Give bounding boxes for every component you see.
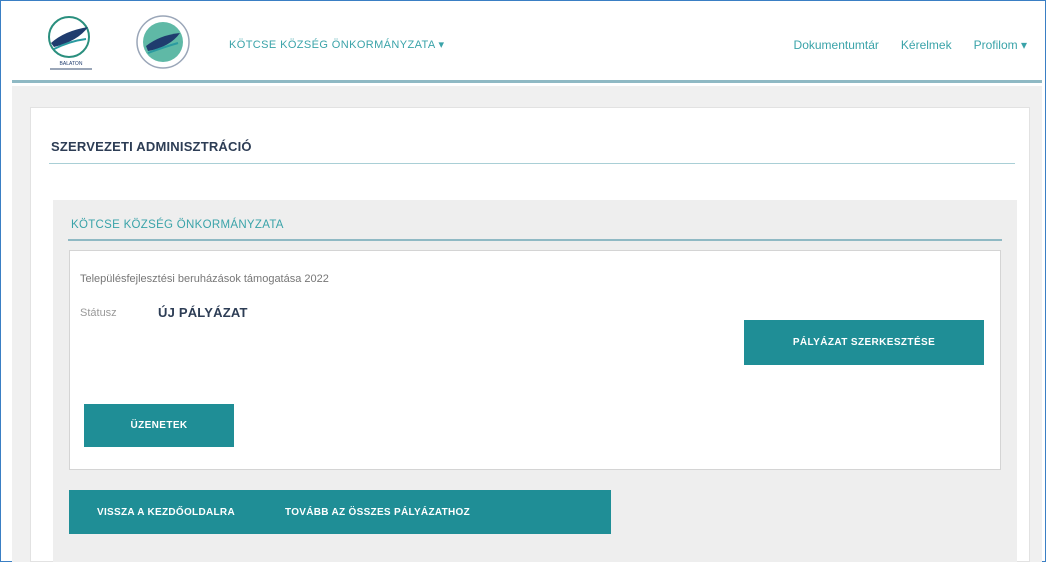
organization-menu-label: KÖTCSE KÖZSÉG ÖNKORMÁNYZATA <box>229 39 435 51</box>
title-divider <box>49 163 1015 164</box>
admin-panel: SZERVEZETI ADMINISZTRÁCIÓ KÖTCSE KÖZSÉG … <box>30 107 1030 562</box>
navbar: BALATON KÖTCSE KÖZSÉG ÖNKORMÁNYZATA ▾ Do… <box>12 5 1042 83</box>
nav-link-requests[interactable]: Kérelmek <box>901 38 952 52</box>
nav-links: Dokumentumtár Kérelmek Profilom ▾ <box>794 38 1027 52</box>
logo1-caption: BALATON <box>60 61 83 67</box>
chevron-down-icon: ▾ <box>438 39 445 51</box>
organization-name: KÖTCSE KÖZSÉG ÖNKORMÁNYZATA <box>71 219 284 231</box>
organization-divider <box>68 239 1002 241</box>
edit-application-button[interactable]: PÁLYÁZAT SZERKESZTÉSE <box>744 320 984 365</box>
page-title: SZERVEZETI ADMINISZTRÁCIÓ <box>51 139 252 154</box>
chevron-down-icon: ▾ <box>1020 38 1027 52</box>
balaton-logo-icon: BALATON <box>48 16 92 70</box>
region-seal-logo[interactable] <box>134 13 192 71</box>
navigation-button-bar: VISSZA A KEZDŐOLDALRA TOVÁBB AZ ÖSSZES P… <box>69 490 611 534</box>
nav-link-documents[interactable]: Dokumentumtár <box>794 38 879 52</box>
organization-section: KÖTCSE KÖZSÉG ÖNKORMÁNYZATA Településfej… <box>53 200 1017 562</box>
status-value: ÚJ PÁLYÁZAT <box>158 305 248 320</box>
all-applications-button[interactable]: TOVÁBB AZ ÖSSZES PÁLYÁZATHOZ <box>285 507 470 518</box>
status-label: Státusz <box>80 307 117 319</box>
nav-link-profile[interactable]: Profilom ▾ <box>974 38 1027 52</box>
application-card: Településfejlesztési beruházások támogat… <box>69 250 1001 470</box>
organization-menu[interactable]: KÖTCSE KÖZSÉG ÖNKORMÁNYZATA ▾ <box>229 38 444 51</box>
region-seal-icon <box>136 15 190 69</box>
application-title: Településfejlesztési beruházások támogat… <box>80 273 329 285</box>
balaton-logo[interactable]: BALATON <box>42 13 100 73</box>
back-to-home-button[interactable]: VISSZA A KEZDŐOLDALRA <box>97 507 235 518</box>
messages-button[interactable]: ÜZENETEK <box>84 404 234 447</box>
nav-link-profile-label: Profilom <box>973 38 1018 52</box>
